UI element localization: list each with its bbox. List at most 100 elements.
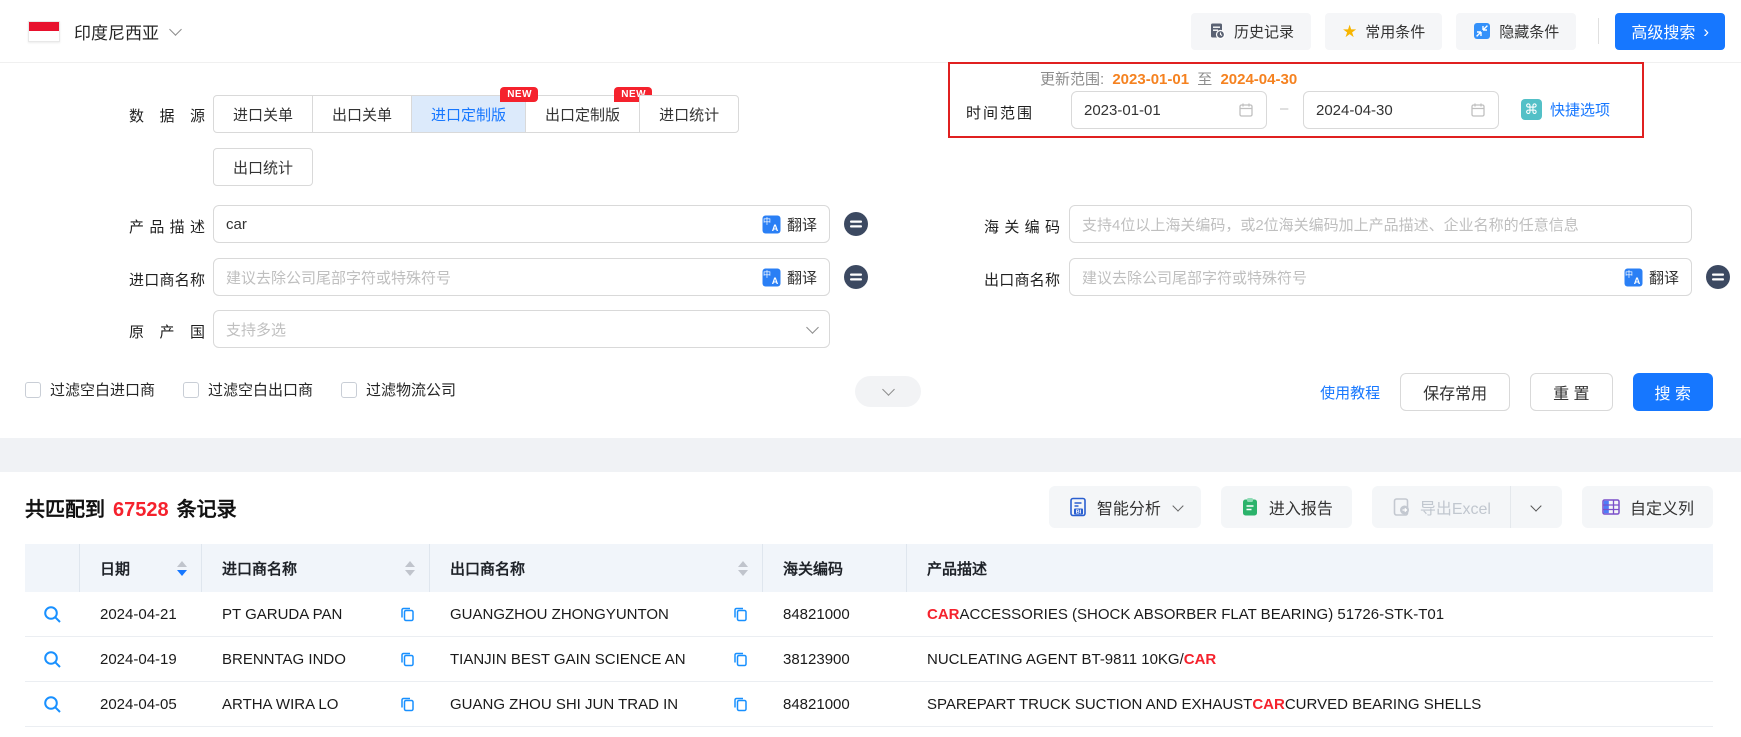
sort-icons[interactable] <box>738 560 748 576</box>
copy-icon[interactable] <box>399 651 416 668</box>
desc-text: NUCLEATING AGENT BT-9811 10KG/ <box>927 650 1184 668</box>
row-detail-button[interactable] <box>25 695 80 714</box>
match-mode-icon[interactable] <box>1705 264 1731 290</box>
copy-icon[interactable] <box>399 696 416 713</box>
exporter-input[interactable]: 建议去除公司尾部字符或特殊符号 中A 翻译 <box>1069 258 1692 296</box>
calendar-icon <box>1470 102 1486 118</box>
column-header-label: 日期 <box>100 560 131 578</box>
translate-button[interactable]: 中A 翻译 <box>762 267 817 288</box>
chevron-down-icon <box>1172 499 1184 512</box>
translate-button[interactable]: 中A 翻译 <box>1624 267 1679 288</box>
checkbox-icon[interactable] <box>341 381 358 398</box>
custom-columns-label: 自定义列 <box>1629 501 1694 518</box>
chevron-right-icon: › <box>1703 21 1709 41</box>
checkbox-icon[interactable] <box>25 381 41 398</box>
date-cell: 2024-04-05 <box>100 695 177 713</box>
datasource-tab-label: 进口关单 <box>233 106 294 124</box>
hide-conditions-button[interactable]: 隐藏条件 <box>1456 12 1577 50</box>
count-number: 67528 <box>113 498 169 521</box>
desc-text: SPAREPART TRUCK SUCTION AND EXHAUST <box>927 695 1253 713</box>
filter-checkbox[interactable]: 过滤空白出口商 <box>183 379 313 400</box>
company-name[interactable]: ARTHA WIRA LO <box>222 696 338 713</box>
datasource-tab[interactable]: 出口关单 <box>312 95 413 133</box>
datasource-tab[interactable]: 进口关单 <box>213 95 314 133</box>
tutorial-link[interactable]: 使用教程 <box>1320 382 1380 403</box>
importer-placeholder: 建议去除公司尾部字符或特殊符号 <box>226 269 452 287</box>
importer-cell[interactable]: BRENNTAG INDO <box>202 651 430 668</box>
search-form: 数据源 进口关单 出口关单 进口定制版 NEW 出口定制版 NEW 进口统计 出口统计 更新… <box>0 62 1741 438</box>
translate-button[interactable]: 中A 翻译 <box>762 214 817 235</box>
column-header[interactable]: 进口商名称 <box>202 544 430 592</box>
checkbox-icon[interactable] <box>183 381 200 398</box>
row-detail-button[interactable] <box>25 605 80 624</box>
company-name[interactable]: BRENNTAG INDO <box>222 651 346 668</box>
svg-text:中: 中 <box>763 216 771 226</box>
date-cell: 2024-04-19 <box>100 650 177 668</box>
company-name[interactable]: TIANJIN BEST GAIN SCIENCE AN <box>450 651 686 668</box>
copy-icon[interactable] <box>732 696 749 713</box>
export-icon <box>1391 497 1411 517</box>
table-row: 2024-04-21 PT GARUDA PAN GUANGZHOU ZHONGYU… <box>25 592 1713 637</box>
sort-icons[interactable] <box>177 560 187 576</box>
keyword-highlight: CAR <box>1252 695 1285 713</box>
exporter-cell[interactable]: GUANG ZHOU SHI JUN TRAD IN <box>430 696 763 713</box>
results-section: 共匹配到 67528 条记录 BI 智能分析 进入报告 导出Excel 自定义列… <box>0 472 1741 727</box>
filter-checkbox[interactable]: 过滤物流公司 <box>341 379 456 400</box>
column-header[interactable]: 日期 <box>80 544 202 592</box>
favorites-button[interactable]: ★ 常用条件 <box>1325 12 1443 50</box>
columns-icon <box>1601 497 1621 517</box>
datasource-tab[interactable]: 进口统计 <box>639 95 740 133</box>
favorites-label: 常用条件 <box>1365 23 1426 41</box>
hs-code-cell: 38123900 <box>783 650 850 668</box>
collapse-form-button[interactable] <box>855 376 921 407</box>
shortcut-icon: ⌘ <box>1521 99 1542 120</box>
product-desc-input[interactable]: car 中A 翻译 <box>213 205 830 243</box>
translate-icon: 中A <box>1624 268 1643 286</box>
save-common-button[interactable]: 保存常用 <box>1400 373 1511 411</box>
country-selector[interactable]: 印度尼西亚 <box>74 19 159 44</box>
smart-analysis-button[interactable]: BI 智能分析 <box>1048 486 1201 528</box>
column-header[interactable]: 出口商名称 <box>430 544 763 592</box>
export-excel-button[interactable]: 导出Excel <box>1372 486 1510 528</box>
exporter-cell[interactable]: GUANGZHOU ZHONGYUNTON <box>430 606 763 623</box>
filter-checkbox[interactable]: 过滤空白进口商 <box>25 379 155 400</box>
results-table: 日期 进口商名称 出口商名称 海关编码 产品描述 2024-04-21 PT GARUDA… <box>25 544 1713 727</box>
datasource-tabs-row2: 出口统计 <box>213 148 314 186</box>
reset-button[interactable]: 重 置 <box>1530 373 1613 411</box>
date-to-input[interactable]: 2024-04-30 <box>1303 91 1499 129</box>
table-row: 2024-04-05 ARTHA WIRA LO GUANG ZHOU SHI JU… <box>25 682 1713 727</box>
quick-options-link[interactable]: ⌘ 快捷选项 <box>1521 99 1610 120</box>
importer-cell[interactable]: PT GARUDA PAN <box>202 606 430 623</box>
svg-text:BI: BI <box>1076 510 1082 516</box>
importer-input[interactable]: 建议去除公司尾部字符或特殊符号 中A 翻译 <box>213 258 830 296</box>
svg-text:中: 中 <box>1625 269 1633 279</box>
advanced-search-button[interactable]: 高级搜索 › <box>1615 12 1725 50</box>
sort-icons[interactable] <box>405 560 415 576</box>
hs-code-input[interactable]: 支持4位以上海关编码，或2位海关编码加上产品描述、企业名称的任意信息 <box>1069 205 1692 243</box>
date-from-input[interactable]: 2023-01-01 <box>1071 91 1267 129</box>
importer-cell[interactable]: ARTHA WIRA LO <box>202 696 430 713</box>
enter-report-button[interactable]: 进入报告 <box>1220 486 1352 528</box>
row-detail-button[interactable] <box>25 650 80 669</box>
history-button[interactable]: 历史记录 <box>1191 12 1312 50</box>
company-name[interactable]: PT GARUDA PAN <box>222 606 342 623</box>
chevron-down-icon[interactable] <box>169 23 182 36</box>
custom-columns-button[interactable]: 自定义列 <box>1581 486 1713 528</box>
datasource-tab[interactable]: 出口定制版 NEW <box>525 87 653 133</box>
smart-analysis-label: 智能分析 <box>1096 501 1161 518</box>
exporter-cell[interactable]: TIANJIN BEST GAIN SCIENCE AN <box>430 651 763 668</box>
search-button[interactable]: 搜 索 <box>1632 373 1713 411</box>
translate-label: 翻译 <box>1648 269 1679 287</box>
origin-select[interactable]: 支持多选 <box>213 310 830 348</box>
copy-icon[interactable] <box>732 606 749 623</box>
company-name[interactable]: GUANG ZHOU SHI JUN TRAD IN <box>450 696 678 713</box>
company-name[interactable]: GUANGZHOU ZHONGYUNTON <box>450 606 669 623</box>
copy-icon[interactable] <box>732 651 749 668</box>
match-mode-icon[interactable] <box>843 211 869 237</box>
copy-icon[interactable] <box>399 606 416 623</box>
datasource-tab[interactable]: 进口定制版 NEW <box>411 87 539 133</box>
translate-icon: 中A <box>762 268 781 286</box>
match-mode-icon[interactable] <box>843 264 869 290</box>
datasource-tab[interactable]: 出口统计 <box>213 148 314 186</box>
export-dropdown-button[interactable] <box>1509 486 1562 528</box>
